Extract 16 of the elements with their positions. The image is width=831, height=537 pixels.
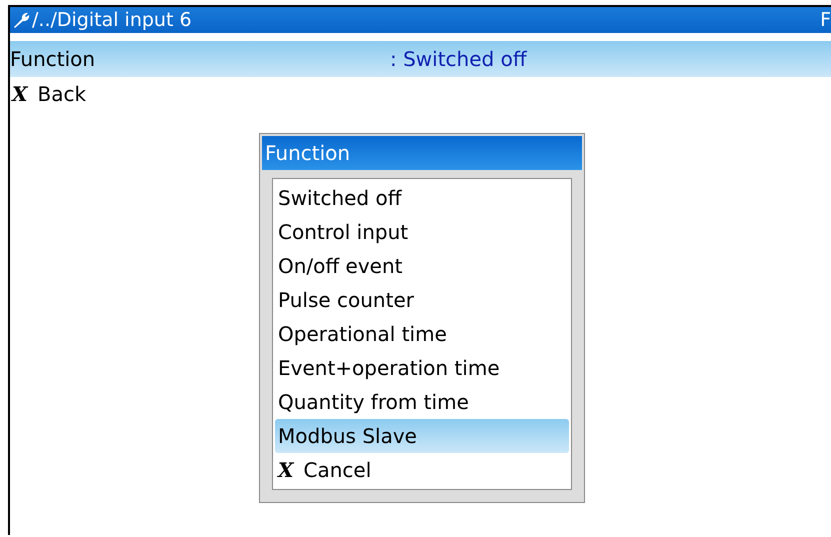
setting-label: Function	[10, 47, 96, 71]
option-item[interactable]: On/off event	[275, 249, 569, 283]
option-item[interactable]: Quantity from time	[275, 385, 569, 419]
option-item[interactable]: Control input	[275, 215, 569, 249]
breadcrumb-path: /../Digital input 6	[32, 9, 192, 31]
back-item[interactable]: X Back	[10, 77, 831, 111]
title-text: F	[820, 9, 831, 31]
option-item[interactable]: Operational time	[275, 317, 569, 351]
option-item[interactable]: Event+operation time	[275, 351, 569, 385]
option-item[interactable]: Modbus Slave	[275, 419, 569, 453]
option-item[interactable]: Switched off	[275, 181, 569, 215]
dialog-title: Function	[262, 136, 582, 170]
setting-value: : Switched off	[390, 47, 527, 71]
option-item[interactable]: Pulse counter	[275, 283, 569, 317]
option-item[interactable]: X Cancel	[275, 453, 569, 487]
setting-row[interactable]: Function : Switched off	[10, 41, 831, 77]
